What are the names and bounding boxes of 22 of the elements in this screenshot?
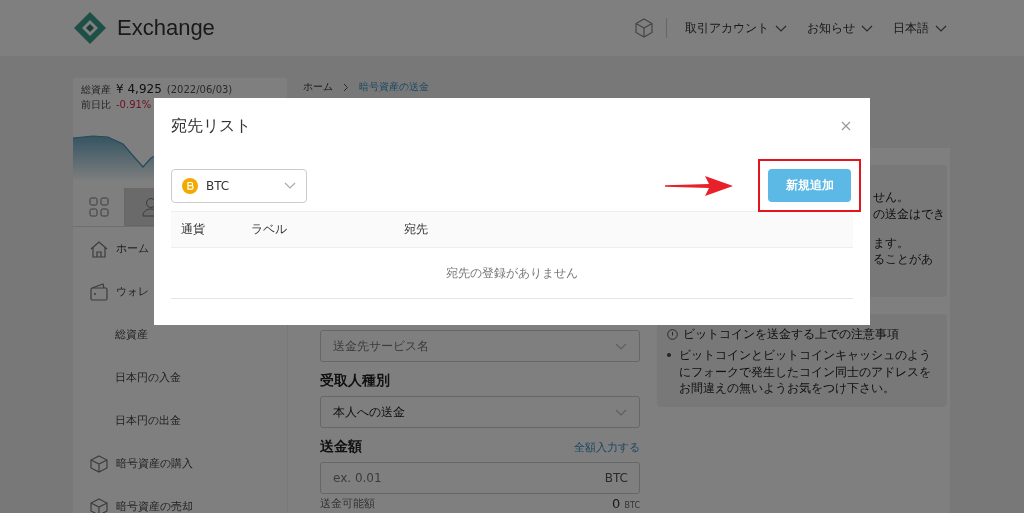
empty-message: 宛先の登録がありません xyxy=(171,248,853,299)
total-assets-label: 総資産 xyxy=(81,83,111,97)
assets-date: (2022/06/03) xyxy=(166,84,233,95)
notice-text: ることがあ xyxy=(873,251,933,269)
notice-title: ビットコインを送金する上での注意事項 xyxy=(683,326,899,343)
recipient-type-label: 受取人種別 xyxy=(320,372,391,390)
day-change-value: -0.91% xyxy=(116,99,152,110)
available-amount: 0 BTC xyxy=(612,496,640,511)
notice-text: せん。 xyxy=(873,189,909,206)
column-header: 宛先 xyxy=(404,221,428,238)
available-label: 送金可能額 xyxy=(320,496,375,511)
unit-label: BTC xyxy=(604,471,628,485)
column-header: 通貨 xyxy=(181,221,206,238)
dialog-title: 宛先リスト xyxy=(171,115,251,137)
notice-text: ビットコインとビットコインキャッシュのようにフォークで発生したコイン同士のアドレスをお間違えの無いようお気をつけ下さい。 xyxy=(679,346,932,398)
logo-text: Exchange xyxy=(117,15,215,41)
total-assets-value: ¥ 4,925 xyxy=(116,82,162,96)
column-header: ラベル xyxy=(251,221,288,238)
day-change-label: 前日比 xyxy=(81,98,111,112)
amount-label: 送金額 xyxy=(320,438,362,456)
notice-text: の送金はでき xyxy=(873,205,945,223)
notice-text: ます。 xyxy=(873,234,909,252)
